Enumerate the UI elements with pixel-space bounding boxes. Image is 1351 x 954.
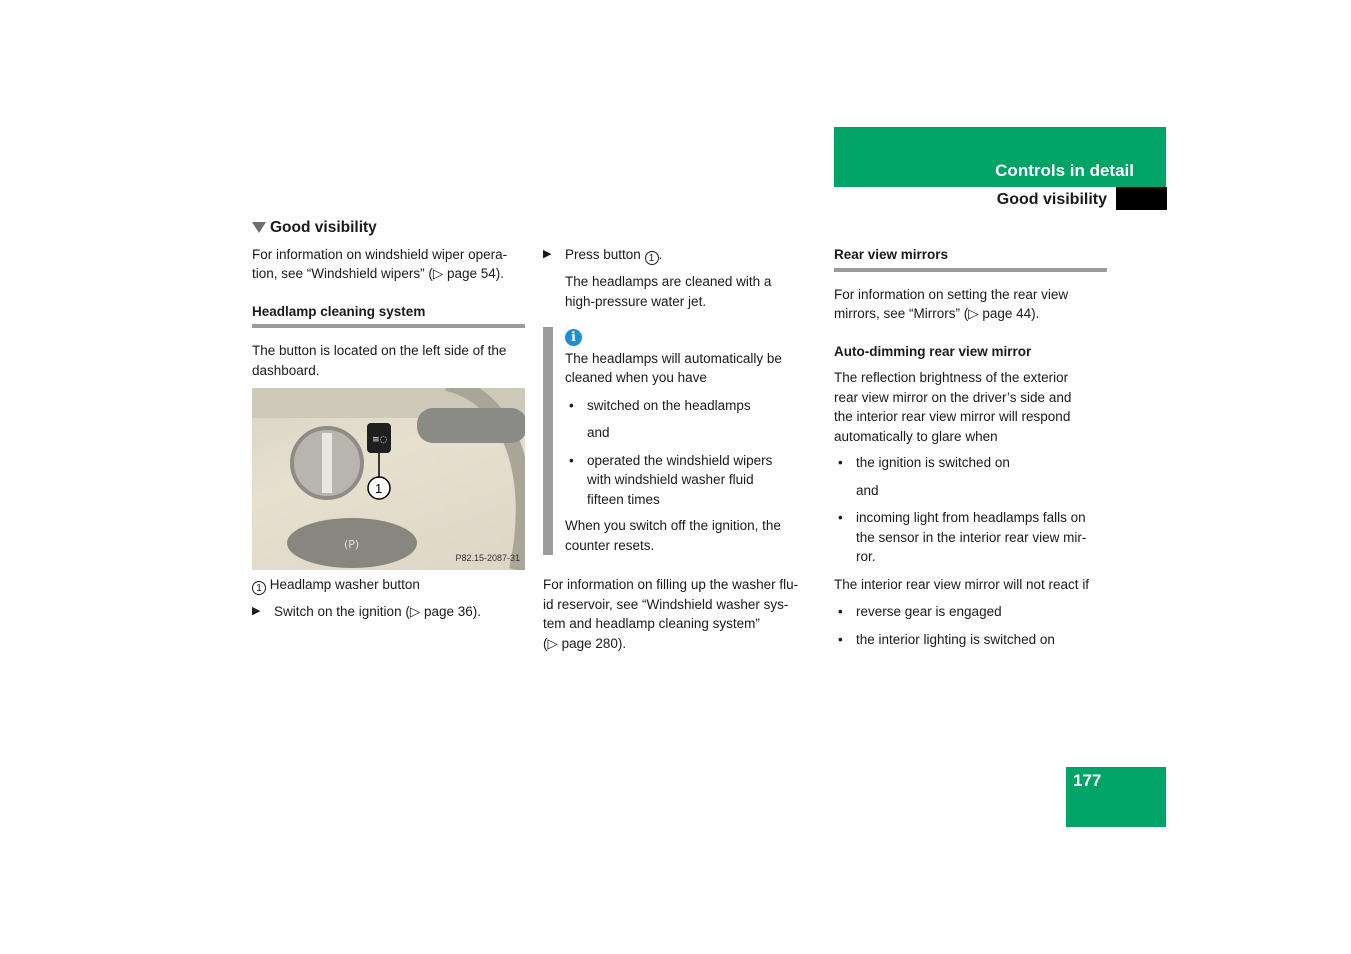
auto-dimming-heading: Auto-dimming rear view mirror (834, 343, 1032, 359)
mirrors-info: For information on setting the rear view… (834, 286, 1069, 322)
arrow-right-icon: ▶ (252, 605, 261, 617)
page-number: 177 (1073, 771, 1102, 790)
note-bar (543, 327, 553, 555)
figure-legend: 1 Headlamp washer button (252, 575, 525, 595)
column-2: ▶ Press button 1. The headlamps are clean… (543, 245, 816, 653)
subsection-title: Good visibility (996, 191, 1107, 208)
dashboard-illustration: ≡◌ 1 (P) (252, 388, 525, 570)
info-note: i The headlamps will automatically be cle… (543, 327, 816, 555)
list-item: • incoming light from headlamps falls on t… (838, 510, 1087, 564)
arrow-right-icon: ▶ (543, 248, 552, 260)
list-item: • the interior lighting is switched on (838, 631, 1055, 647)
button-location: The button is located on the left side o… (252, 343, 507, 378)
column-1: Good visibility For information on winds… (252, 218, 525, 622)
note-bullet: • switched on the headlamps (569, 397, 751, 413)
wiper-intro: For information on windshield wiper oper… (252, 246, 508, 282)
step-ignition: ▶ Switch on the ignition (▷ page 36). (252, 602, 525, 622)
page-number-box: 177 (1066, 767, 1166, 827)
list-item: • the ignition is switched on (838, 455, 1010, 470)
not-react-text: The interior rear view mirror will not r… (834, 576, 1090, 592)
thumb-tab-marker (1116, 187, 1167, 210)
washer-fluid-info: For information on filling up the washer… (543, 577, 799, 651)
svg-text:≡◌: ≡◌ (372, 435, 388, 445)
section-header-band: Controls in detail (834, 127, 1166, 187)
step-press-button: ▶ Press button 1. (543, 247, 663, 265)
headlamp-cleaning-heading: Headlamp cleaning system (252, 302, 525, 328)
main-heading: Good visibility (252, 218, 525, 238)
note-bullet: • operated the windshield wipers with wind… (569, 452, 773, 507)
list-item: • reverse gear is engaged (838, 604, 1002, 619)
rear-view-mirrors-heading: Rear view mirrors (834, 245, 1107, 272)
triangle-down-icon (252, 222, 266, 234)
section-title: Controls in detail (995, 161, 1134, 180)
svg-text:(P): (P) (344, 538, 359, 551)
column-3: Rear view mirrors For information on set… (834, 245, 1107, 649)
step-result: The headlamps are cleaned with a high-pre… (565, 274, 772, 309)
dashboard-figure: ≡◌ 1 (P) P82.15-2087-31 (252, 388, 525, 570)
svg-text:1: 1 (375, 481, 382, 496)
auto-dimming-text: The reflection brightness of the exterio… (834, 370, 1072, 444)
info-icon: i (565, 329, 582, 346)
figure-code: P82.15-2087-31 (455, 552, 520, 563)
